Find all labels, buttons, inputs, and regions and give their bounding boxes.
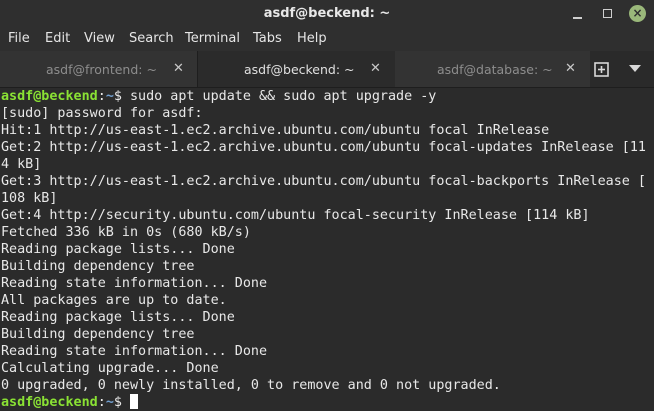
prompt-separator: : bbox=[97, 89, 106, 104]
output-line: Building dependency tree bbox=[1, 259, 195, 274]
close-icon[interactable]: × bbox=[629, 5, 646, 22]
menu-view[interactable]: View bbox=[84, 31, 115, 46]
output-line: 0 upgraded, 0 newly installed, 0 to remo… bbox=[1, 378, 501, 393]
prompt-path: ~ bbox=[105, 89, 114, 104]
output-line: Reading package lists... Done bbox=[1, 242, 235, 257]
prompt-symbol: $ bbox=[113, 395, 130, 410]
output-line: Reading state information... Done bbox=[1, 344, 268, 359]
window-title: asdf@beckend: ~ bbox=[263, 6, 391, 21]
prompt-separator: : bbox=[97, 395, 106, 410]
command-line: asdf@beckend:~$ sudo apt update && sudo … bbox=[1, 88, 436, 105]
tab-bar: asdf@frontend: ~ ✕ asdf@beckend: ~ ✕ asd… bbox=[0, 51, 654, 88]
new-tab-icon[interactable] bbox=[594, 62, 611, 77]
prompt-user: asdf@beckend bbox=[1, 395, 98, 410]
output-line: All packages are up to date. bbox=[1, 293, 227, 308]
menu-file[interactable]: File bbox=[8, 31, 30, 46]
menu-edit[interactable]: Edit bbox=[45, 31, 70, 46]
prompt-user: asdf@beckend bbox=[1, 89, 98, 104]
tab-label: asdf@database: ~ bbox=[437, 62, 553, 77]
chevron-down-icon[interactable] bbox=[629, 65, 641, 73]
output-line: Get:2 http://us-east-1.ec2.archive.ubunt… bbox=[1, 140, 646, 155]
output-line: Reading state information... Done bbox=[1, 276, 268, 291]
tab-frontend[interactable]: asdf@frontend: ~ ✕ bbox=[0, 51, 197, 87]
menu-tabs[interactable]: Tabs bbox=[253, 31, 282, 46]
text-cursor bbox=[130, 394, 138, 409]
terminal-window: asdf@beckend: ~ × File Edit View Search … bbox=[0, 0, 654, 411]
menu-bar: File Edit View Search Terminal Tabs Help bbox=[0, 27, 654, 51]
prompt-symbol: $ bbox=[113, 89, 122, 104]
command-text: sudo apt update && sudo apt upgrade -y bbox=[121, 89, 437, 104]
menu-search[interactable]: Search bbox=[129, 31, 174, 46]
prompt-path: ~ bbox=[105, 395, 114, 410]
maximize-box bbox=[603, 9, 612, 18]
output-line: 4 kB] bbox=[1, 157, 42, 172]
output-line: Hit:1 http://us-east-1.ec2.archive.ubunt… bbox=[1, 123, 550, 138]
close-icon[interactable]: ✕ bbox=[173, 61, 184, 76]
output-line: [sudo] password for asdf: bbox=[1, 106, 203, 121]
menu-help[interactable]: Help bbox=[297, 31, 327, 46]
tab-database[interactable]: asdf@database: ~ ✕ bbox=[395, 51, 590, 87]
output-line: Calculating upgrade... Done bbox=[1, 361, 219, 376]
terminal-output[interactable]: asdf@beckend:~$ sudo apt update && sudo … bbox=[0, 88, 654, 411]
output-line: Reading package lists... Done bbox=[1, 310, 235, 325]
output-line: Get:4 http://security.ubuntu.com/ubuntu … bbox=[1, 208, 590, 223]
title-bar[interactable]: asdf@beckend: ~ × bbox=[0, 0, 654, 27]
current-prompt-line[interactable]: asdf@beckend:~$ bbox=[1, 394, 138, 411]
output-line: 108 kB] bbox=[1, 191, 58, 206]
tab-label: asdf@beckend: ~ bbox=[244, 62, 355, 77]
close-icon[interactable]: ✕ bbox=[370, 61, 381, 76]
tab-label: asdf@frontend: ~ bbox=[46, 62, 157, 77]
menu-terminal[interactable]: Terminal bbox=[185, 31, 240, 46]
minimize-bar bbox=[573, 17, 582, 19]
close-icon[interactable]: ✕ bbox=[565, 61, 576, 76]
output-line: Fetched 336 kB in 0s (680 kB/s) bbox=[1, 225, 251, 240]
output-line: Get:3 http://us-east-1.ec2.archive.ubunt… bbox=[1, 174, 646, 189]
tab-beckend[interactable]: asdf@beckend: ~ ✕ bbox=[197, 51, 396, 87]
output-line: Building dependency tree bbox=[1, 327, 195, 342]
